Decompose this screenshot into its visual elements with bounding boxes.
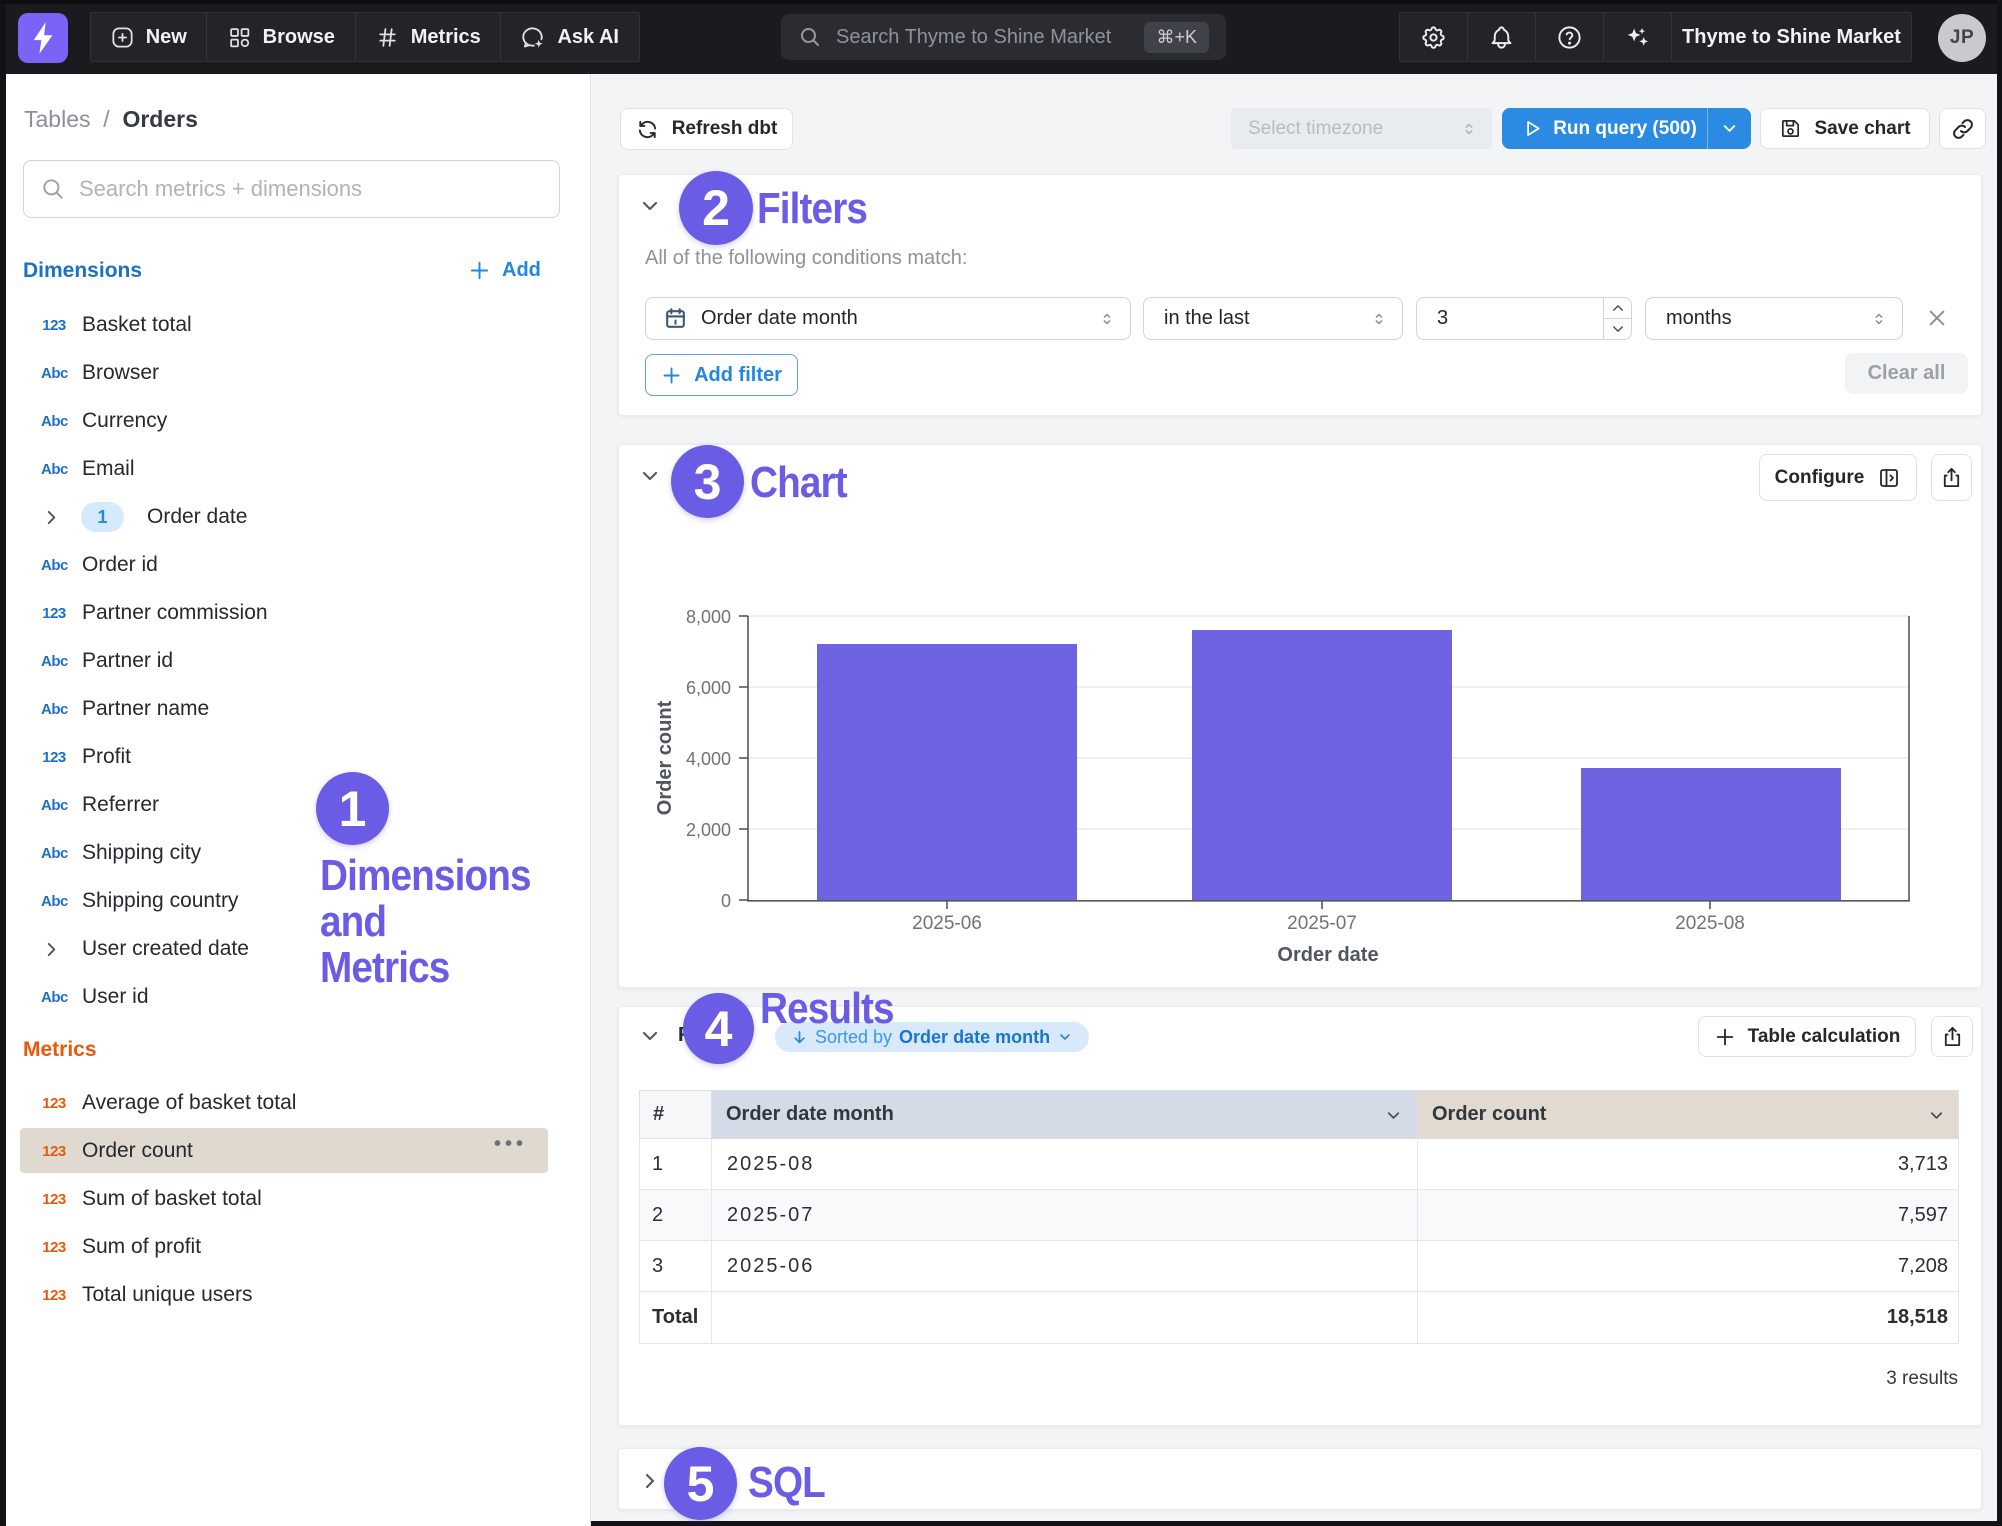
svg-text:0: 0: [721, 891, 731, 911]
svg-text:2,000: 2,000: [686, 820, 731, 840]
svg-text:Order date: Order date: [1277, 944, 1378, 966]
svg-text:2025-08: 2025-08: [1675, 913, 1745, 934]
svg-text:2025-06: 2025-06: [912, 913, 982, 934]
svg-text:6,000: 6,000: [686, 678, 731, 698]
svg-text:2025-07: 2025-07: [1287, 913, 1357, 934]
svg-text:8,000: 8,000: [686, 607, 731, 627]
svg-text:4,000: 4,000: [686, 749, 731, 769]
svg-text:Order count: Order count: [654, 700, 676, 815]
